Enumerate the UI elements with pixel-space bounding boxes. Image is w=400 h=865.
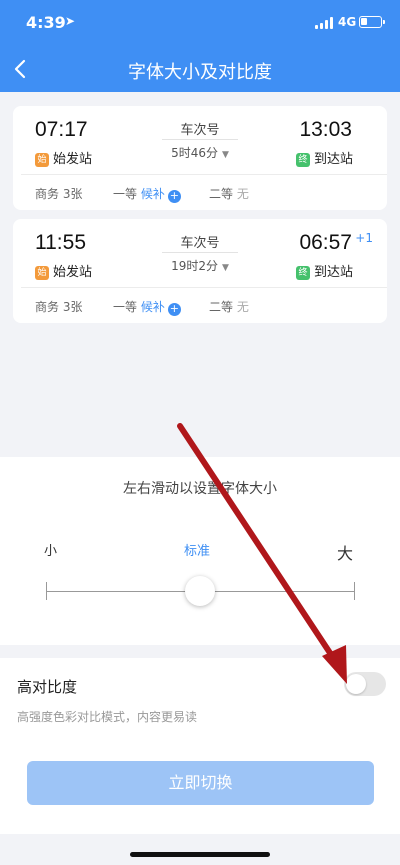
font-size-standard-label: 标准 <box>184 544 211 559</box>
card-divider <box>21 287 387 288</box>
arrive-station: 终到达站 <box>296 261 353 280</box>
network-type: 4G <box>338 15 357 29</box>
switch-now-button[interactable]: 立即切换 <box>27 761 374 805</box>
arrive-station-name: 到达站 <box>314 265 354 280</box>
depart-time: 07:17 <box>35 118 88 141</box>
next-day-badge: +1 <box>355 231 373 245</box>
depart-station-name: 始发站 <box>53 152 93 167</box>
duration-divider <box>162 139 238 140</box>
font-size-large-label: 大 <box>337 544 354 563</box>
slider-tick <box>46 582 47 600</box>
seat-first-label: 一等 <box>113 300 138 314</box>
seat-second: 二等 无 <box>209 185 249 202</box>
page-title: 字体大小及对比度 <box>128 62 272 83</box>
duration-divider <box>162 252 238 253</box>
card-divider <box>21 174 387 175</box>
depart-tag: 始 <box>35 266 49 280</box>
slider-tick <box>354 582 355 600</box>
arrive-time: 06:57 <box>299 231 352 254</box>
status-time: 4:39 <box>26 13 66 32</box>
seat-business-value: 3张 <box>62 300 83 314</box>
duration-text: 19时2分 <box>171 259 218 273</box>
caret-down-icon: ▼ <box>221 150 229 160</box>
seat-business-label: 商务 <box>35 300 60 314</box>
seat-second: 二等 无 <box>209 298 249 315</box>
font-size-hint: 左右滑动以设置字体大小 <box>123 481 277 497</box>
depart-station: 始始发站 <box>35 261 92 280</box>
depart-station-name: 始发站 <box>53 265 93 280</box>
arrive-station: 终到达站 <box>296 148 353 167</box>
depart-time: 11:55 <box>35 231 86 254</box>
location-arrow-icon: ➤ <box>65 14 76 28</box>
seat-second-label: 二等 <box>209 300 234 314</box>
seat-business-value: 3张 <box>62 187 83 201</box>
signal-bars-icon <box>315 17 333 29</box>
status-bar: 4:39 ➤ 4G <box>0 0 400 44</box>
seat-business: 商务 3张 <box>35 185 82 202</box>
caret-down-icon: ▼ <box>221 263 229 273</box>
seat-business: 商务 3张 <box>35 298 82 315</box>
high-contrast-toggle[interactable] <box>344 672 386 696</box>
train-card[interactable]: 07:17 车次号 5时46分 ▼ 13:03 始始发站 终到达站 商务 3张 一… <box>13 106 387 210</box>
font-size-small-label: 小 <box>44 544 58 559</box>
app-header: 4:39 ➤ 4G 字体大小及对比度 <box>0 0 400 92</box>
plus-circle-icon[interactable]: + <box>167 303 181 316</box>
seat-second-value: 无 <box>236 300 249 314</box>
train-number: 车次号 <box>180 123 220 138</box>
duration[interactable]: 5时46分 ▼ <box>150 144 250 161</box>
arrive-tag: 终 <box>296 266 310 280</box>
duration[interactable]: 19时2分 ▼ <box>150 257 250 274</box>
seat-business-label: 商务 <box>35 187 60 201</box>
seat-first-value: 候补 <box>140 187 165 201</box>
home-indicator <box>130 852 270 857</box>
duration-text: 5时46分 <box>171 146 218 160</box>
train-number: 车次号 <box>180 236 220 251</box>
seat-first[interactable]: 一等 候补 + <box>113 185 181 203</box>
arrive-tag: 终 <box>296 153 310 167</box>
toggle-thumb <box>346 674 366 694</box>
seat-second-value: 无 <box>236 187 249 201</box>
depart-tag: 始 <box>35 153 49 167</box>
seat-first[interactable]: 一等 候补 + <box>113 298 181 316</box>
seat-first-value: 候补 <box>140 300 165 314</box>
battery-icon <box>359 16 385 28</box>
high-contrast-description: 高强度色彩对比模式，内容更易读 <box>17 710 198 724</box>
seat-first-label: 一等 <box>113 187 138 201</box>
plus-circle-icon[interactable]: + <box>167 190 181 203</box>
seat-second-label: 二等 <box>209 187 234 201</box>
font-size-slider-knob[interactable] <box>185 576 215 606</box>
arrive-station-name: 到达站 <box>314 152 354 167</box>
depart-station: 始始发站 <box>35 148 92 167</box>
train-card[interactable]: 11:55 车次号 19时2分 ▼ 06:57 +1 始始发站 终到达站 商务 3… <box>13 219 387 323</box>
arrive-time: 13:03 <box>299 118 352 141</box>
high-contrast-title: 高对比度 <box>17 678 78 696</box>
